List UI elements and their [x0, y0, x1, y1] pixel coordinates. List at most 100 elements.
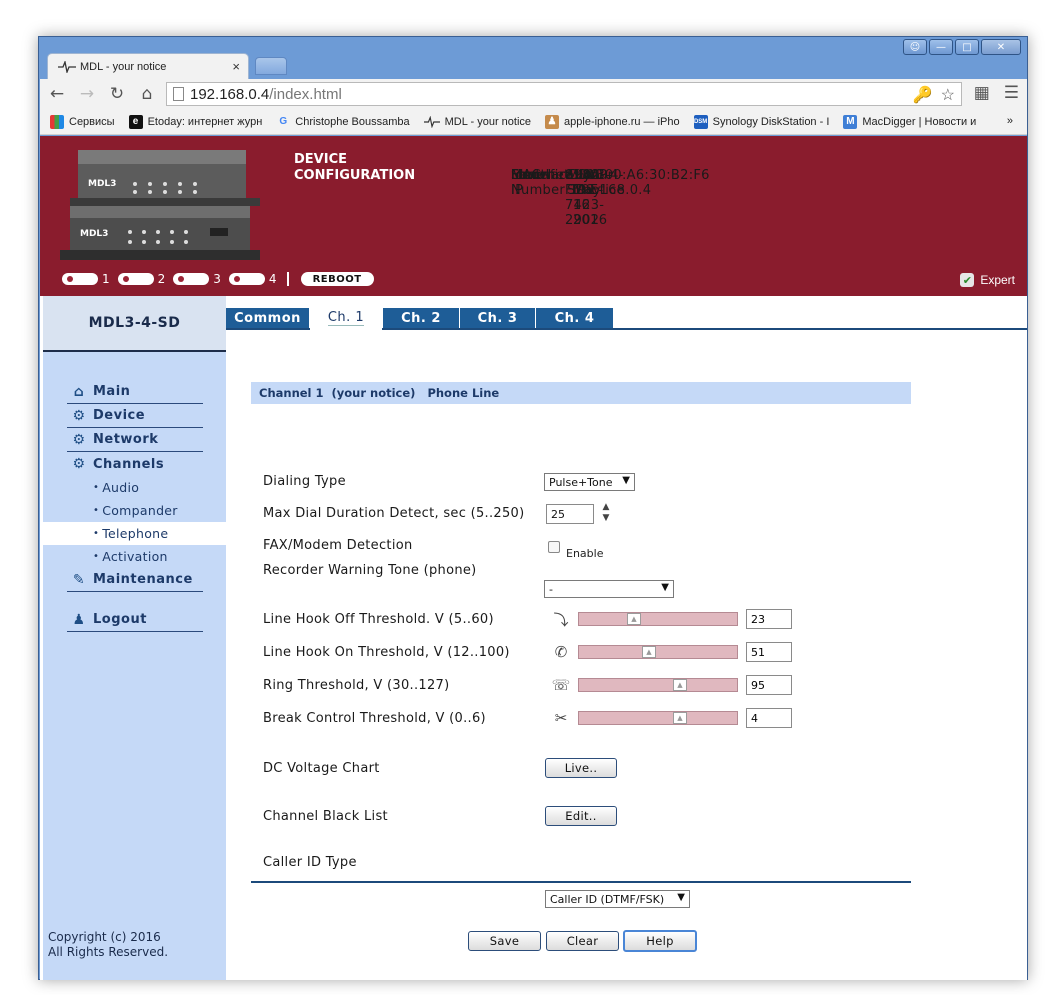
- fax-label: FAX/Modem Detection: [263, 538, 413, 553]
- close-tab-icon[interactable]: ×: [232, 59, 240, 74]
- max-dial-input[interactable]: 25: [546, 504, 594, 524]
- caller-id-label: Caller ID Type: [263, 855, 357, 870]
- copyright-line: All Rights Reserved.: [48, 945, 169, 959]
- dialing-type-select[interactable]: Pulse+Tone ▼: [544, 473, 635, 491]
- slider-value-input[interactable]: 23: [746, 609, 792, 629]
- bookmark-google[interactable]: G Christophe Boussamba: [276, 115, 409, 129]
- address-bar[interactable]: 192.168.0.4/index.html 🔑 ☆: [166, 82, 962, 106]
- tab-ch4[interactable]: Ch. 4: [536, 308, 614, 328]
- sidebar-item-network[interactable]: ⚙ Network: [67, 428, 203, 452]
- info-value: your notice: [583, 168, 625, 198]
- sidebar-item-main[interactable]: ⌂ Main: [67, 380, 203, 404]
- bookmark-apps[interactable]: Сервисы: [50, 114, 115, 129]
- bookmark-label: apple-iphone.ru — iPho: [564, 115, 680, 128]
- hook-on-slider: ✆ ▲ 51: [550, 642, 792, 662]
- max-dial-field: 25 ▲ ▼: [546, 502, 609, 524]
- fax-enable-checkbox[interactable]: [548, 541, 560, 553]
- bookmark-label: MDL - your notice: [444, 115, 532, 128]
- channel-type: Phone Line: [427, 386, 500, 400]
- bookmark-synology[interactable]: DSM Synology DiskStation - I: [693, 114, 830, 129]
- google-icon: G: [279, 116, 288, 127]
- channel-led-1[interactable]: 1: [62, 272, 110, 286]
- channel-led-4[interactable]: 4: [228, 272, 277, 286]
- led-indicator: [117, 273, 154, 285]
- menu-icon[interactable]: ☰: [1004, 83, 1019, 103]
- tab-label: Ch. 1: [327, 310, 365, 326]
- bookmark-macdigger[interactable]: M MacDigger | Новости и: [843, 114, 976, 129]
- slider-value-input[interactable]: 51: [746, 642, 792, 662]
- page-icon: [173, 87, 184, 101]
- channel-led-3[interactable]: 3: [173, 272, 221, 286]
- tab-ch1[interactable]: Ch. 1: [310, 308, 382, 330]
- dropdown-arrow-icon: ▼: [661, 582, 669, 593]
- black-list-label: Channel Black List: [263, 809, 388, 824]
- sidebar-item-channels[interactable]: ⚙ Channels: [67, 452, 203, 476]
- help-button[interactable]: Help: [623, 930, 697, 952]
- extension-icon[interactable]: ▦: [974, 83, 990, 103]
- home-icon[interactable]: ⌂: [134, 81, 160, 107]
- slider-track[interactable]: ▲: [578, 612, 738, 626]
- sidebar-subitem-telephone[interactable]: • Telephone: [43, 522, 226, 545]
- expert-toggle[interactable]: ✔ Expert: [960, 273, 1015, 287]
- sidebar-subitem-audio[interactable]: • Audio: [67, 476, 203, 499]
- bookmark-label: Synology DiskStation - I: [712, 115, 830, 128]
- bookmark-mdl[interactable]: MDL - your notice: [423, 115, 532, 128]
- save-button[interactable]: Save: [468, 931, 541, 951]
- max-dial-spinner[interactable]: ▲ ▼: [600, 502, 612, 526]
- tab-common[interactable]: Common: [226, 308, 310, 328]
- recorder-label: Recorder Warning Tone (phone): [263, 563, 477, 578]
- new-tab-button[interactable]: [255, 57, 287, 75]
- header-banner: MDL3 MDL3 DEVICE CONFIGURATION Model MDL…: [40, 136, 1027, 296]
- device-configuration-title: DEVICE CONFIGURATION: [294, 152, 415, 184]
- bookmarks-more-icon[interactable]: »: [1007, 115, 1013, 127]
- star-icon[interactable]: ☆: [941, 85, 955, 105]
- slider-track[interactable]: ▲: [578, 711, 738, 725]
- led-indicator: [62, 273, 98, 285]
- caller-id-select[interactable]: Caller ID (DTMF/FSK) ▼: [545, 890, 690, 908]
- slider-thumb[interactable]: ▲: [673, 679, 687, 691]
- sidebar-item-maintenance[interactable]: ✎ Maintenance: [67, 568, 203, 592]
- dsm-icon: DSM: [693, 114, 708, 129]
- home-icon: ⌂: [73, 383, 85, 400]
- bookmark-etoday[interactable]: e Etoday: интернет журн: [128, 114, 262, 129]
- slider-thumb[interactable]: ▲: [642, 646, 656, 658]
- tab-ch3[interactable]: Ch. 3: [460, 308, 536, 328]
- slider-track[interactable]: ▲: [578, 678, 738, 692]
- gear-icon: ⚙: [72, 407, 86, 424]
- browser-tab[interactable]: MDL - your notice ×: [47, 53, 249, 79]
- subitem-label: Activation: [102, 549, 168, 564]
- slider-value-input[interactable]: 4: [746, 708, 792, 728]
- edit-button[interactable]: Edit..: [545, 806, 617, 826]
- sidebar-item-device[interactable]: ⚙ Device: [67, 404, 203, 428]
- recorder-select[interactable]: - ▼: [544, 580, 674, 598]
- sidebar-item-logout[interactable]: ♟ Logout: [67, 608, 203, 632]
- sidebar-item-label: Main: [93, 384, 131, 399]
- led-indicator: [228, 273, 265, 285]
- select-value: Caller ID (DTMF/FSK): [550, 892, 665, 906]
- dc-voltage-label: DC Voltage Chart: [263, 761, 380, 776]
- sidebar-subitem-compander[interactable]: • Compander: [67, 499, 203, 522]
- sidebar-item-label: Device: [93, 408, 146, 423]
- forward-arrow-icon[interactable]: →: [74, 81, 100, 107]
- pulse-icon: [58, 60, 76, 73]
- reload-icon[interactable]: ↻: [104, 81, 130, 107]
- back-arrow-icon[interactable]: ←: [44, 81, 70, 107]
- divider: [286, 272, 289, 286]
- reboot-button[interactable]: REBOOT: [300, 272, 374, 286]
- bookmark-apple-iphone[interactable]: ♟ apple-iphone.ru — iPho: [545, 114, 680, 129]
- slider-track[interactable]: ▲: [578, 645, 738, 659]
- copyright: Copyright (c) 2016 All Rights Reserved.: [48, 930, 168, 960]
- device-label-bottom: MDL3: [80, 229, 108, 239]
- sidebar-subitem-activation[interactable]: • Activation: [67, 545, 203, 568]
- slider-value-input[interactable]: 95: [746, 675, 792, 695]
- slider-thumb[interactable]: ▲: [673, 712, 687, 724]
- slider-thumb[interactable]: ▲: [627, 613, 641, 625]
- clear-button[interactable]: Clear: [546, 931, 619, 951]
- live-button[interactable]: Live..: [545, 758, 617, 778]
- sidebar: MDL3-4-SD ⌂ Main ⚙ Device ⚙ Network ⚙ Ch…: [43, 296, 226, 980]
- e-icon: e: [128, 114, 143, 129]
- key-icon[interactable]: 🔑: [913, 85, 933, 105]
- led-label: 1: [102, 272, 110, 286]
- tab-ch2[interactable]: Ch. 2: [383, 308, 460, 328]
- channel-led-2[interactable]: 2: [117, 272, 165, 286]
